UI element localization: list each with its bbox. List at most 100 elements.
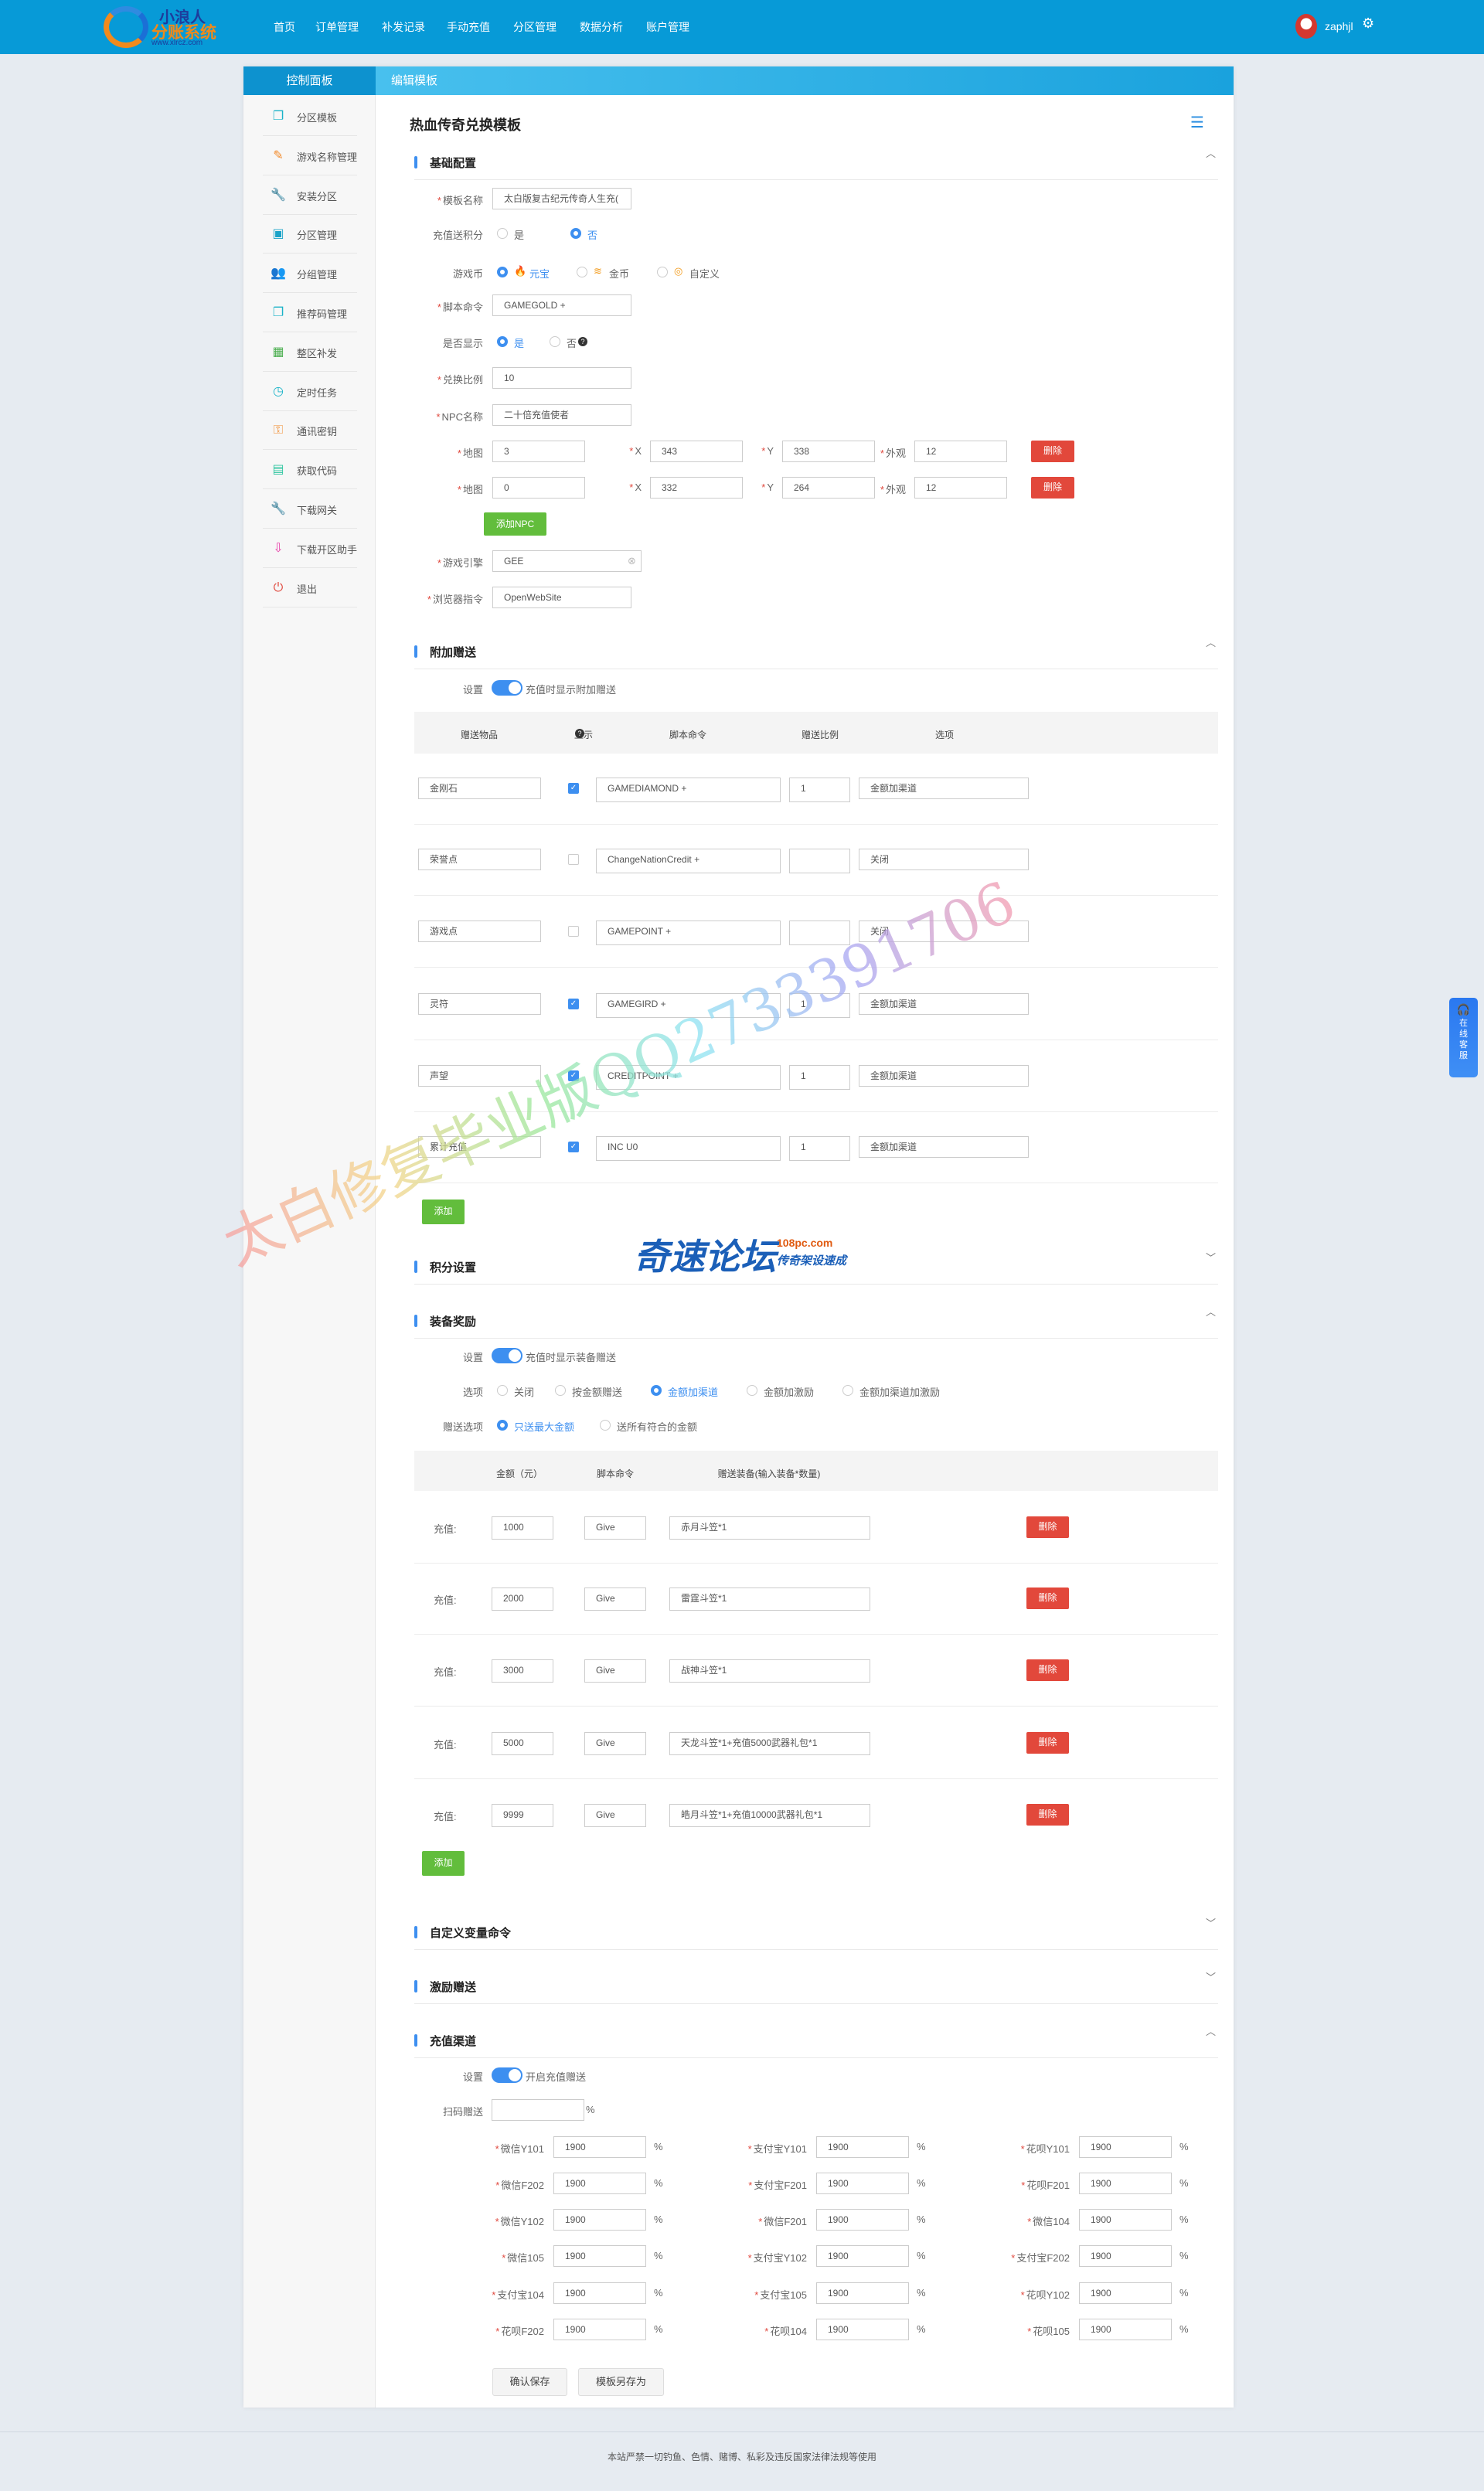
- gift-item-input[interactable]: 灵符: [418, 993, 541, 1015]
- add-npc-button[interactable]: 添加NPC: [484, 512, 546, 536]
- show-checkbox[interactable]: [568, 926, 579, 937]
- chevron-up-icon[interactable]: ︿: [1206, 2023, 1216, 2038]
- nav-item[interactable]: 补发记录: [382, 19, 425, 35]
- browser-command-input[interactable]: OpenWebSite: [492, 587, 631, 608]
- chevron-up-icon[interactable]: ︿: [1206, 145, 1216, 160]
- equip-option-label[interactable]: 金额加渠道: [668, 1384, 718, 1399]
- display-option-label[interactable]: 否: [567, 335, 577, 350]
- channel-rate-input[interactable]: 1900: [553, 2136, 646, 2158]
- gift-option-select[interactable]: 金额加渠道: [859, 1065, 1029, 1087]
- gift-ratio-input[interactable]: [789, 921, 850, 945]
- channel-rate-input[interactable]: 1900: [816, 2209, 909, 2231]
- equip-option-radio[interactable]: [555, 1385, 566, 1396]
- help-icon[interactable]: ?: [578, 337, 587, 346]
- chevron-down-icon[interactable]: ﹀: [1206, 1915, 1216, 1930]
- nav-item[interactable]: 手动充值: [447, 19, 490, 35]
- chevron-down-icon[interactable]: ﹀: [1206, 1969, 1216, 1984]
- channel-rate-input[interactable]: 1900: [816, 2173, 909, 2194]
- gift-item-input[interactable]: 游戏点: [418, 921, 541, 942]
- equip-item-input[interactable]: 战神斗笠*1: [669, 1659, 870, 1683]
- chevron-up-icon[interactable]: ︿: [1206, 1304, 1216, 1319]
- show-checkbox[interactable]: ✓: [568, 783, 579, 794]
- gift-ratio-input[interactable]: [789, 849, 850, 873]
- show-checkbox[interactable]: ✓: [568, 1142, 579, 1152]
- gift-script-input[interactable]: GAMEGIRD +: [596, 993, 781, 1018]
- show-checkbox[interactable]: ✓: [568, 1070, 579, 1081]
- gift-script-input[interactable]: GAMEPOINT +: [596, 921, 781, 945]
- npc-name-input[interactable]: 二十倍充值使者: [492, 404, 631, 426]
- add-equip-button[interactable]: 添加: [422, 1851, 465, 1876]
- display-option-label[interactable]: 是: [514, 335, 524, 350]
- equip-option-label[interactable]: 按金额赠送: [572, 1384, 622, 1399]
- nav-item[interactable]: 分区管理: [513, 19, 556, 35]
- gift-script-input[interactable]: CREDITPOINT +: [596, 1065, 781, 1090]
- equip-item-input[interactable]: 赤月斗笠*1: [669, 1516, 870, 1540]
- gift-item-input[interactable]: 荣誉点: [418, 849, 541, 870]
- nav-item[interactable]: 账户管理: [646, 19, 689, 35]
- toggle-switch[interactable]: [492, 680, 522, 696]
- amount-input[interactable]: 2000: [492, 1588, 553, 1611]
- currency-label[interactable]: 元宝: [529, 266, 550, 281]
- channel-rate-input[interactable]: 1900: [553, 2173, 646, 2194]
- channel-rate-input[interactable]: 1900: [1079, 2282, 1172, 2304]
- currency-label[interactable]: 金币: [609, 266, 629, 281]
- amount-input[interactable]: 5000: [492, 1732, 553, 1755]
- channel-rate-input[interactable]: 1900: [1079, 2245, 1172, 2267]
- equip-script-input[interactable]: Give: [584, 1659, 646, 1683]
- equip-option-radio[interactable]: [651, 1385, 662, 1396]
- display-option-radio[interactable]: [550, 336, 560, 347]
- gift-script-input[interactable]: ChangeNationCredit +: [596, 849, 781, 873]
- scan-bonus-input[interactable]: [492, 2099, 584, 2121]
- equip-script-input[interactable]: Give: [584, 1804, 646, 1827]
- gift-item-input[interactable]: 累计充值: [418, 1136, 541, 1158]
- toggle-switch[interactable]: [492, 2067, 522, 2083]
- gift-option-select[interactable]: 金额加渠道: [859, 1136, 1029, 1158]
- points-option-radio[interactable]: [497, 228, 508, 239]
- delete-equip-button[interactable]: 删除: [1026, 1732, 1069, 1754]
- delete-equip-button[interactable]: 删除: [1026, 1516, 1069, 1538]
- list-icon[interactable]: ☰: [1190, 113, 1204, 132]
- npc-look-input[interactable]: 12: [914, 441, 1007, 462]
- online-service-button[interactable]: 🎧 在线客服: [1449, 998, 1478, 1077]
- chevron-up-icon[interactable]: ︿: [1206, 635, 1216, 649]
- amount-input[interactable]: 3000: [492, 1659, 553, 1683]
- currency-radio[interactable]: [657, 267, 668, 277]
- points-option-label[interactable]: 是: [514, 227, 524, 242]
- delete-npc-button[interactable]: 删除: [1031, 477, 1074, 499]
- gift-script-input[interactable]: INC U0: [596, 1136, 781, 1161]
- show-checkbox[interactable]: [568, 854, 579, 865]
- exchange-ratio-input[interactable]: 10: [492, 367, 631, 389]
- gift-item-input[interactable]: 声望: [418, 1065, 541, 1087]
- clear-icon[interactable]: ⊗: [628, 555, 638, 567]
- amount-input[interactable]: 9999: [492, 1804, 553, 1827]
- show-checkbox[interactable]: ✓: [568, 999, 579, 1009]
- currency-radio[interactable]: [497, 267, 508, 277]
- gift-option-select[interactable]: 关闭: [859, 849, 1029, 870]
- save-as-button[interactable]: 模板另存为: [578, 2368, 664, 2396]
- points-option-radio[interactable]: [570, 228, 581, 239]
- currency-radio[interactable]: [577, 267, 587, 277]
- channel-rate-input[interactable]: 1900: [1079, 2173, 1172, 2194]
- channel-rate-input[interactable]: 1900: [816, 2136, 909, 2158]
- equip-script-input[interactable]: Give: [584, 1516, 646, 1540]
- username[interactable]: zaphjl: [1325, 20, 1353, 32]
- delete-equip-button[interactable]: 删除: [1026, 1588, 1069, 1609]
- nav-item[interactable]: 数据分析: [580, 19, 623, 35]
- channel-rate-input[interactable]: 1900: [816, 2282, 909, 2304]
- gift-ratio-input[interactable]: 1: [789, 778, 850, 802]
- channel-rate-input[interactable]: 1900: [1079, 2136, 1172, 2158]
- gift-option-radio[interactable]: [497, 1420, 508, 1431]
- gift-option-label[interactable]: 只送最大金额: [514, 1419, 574, 1434]
- add-gift-button[interactable]: 添加: [422, 1200, 465, 1224]
- equip-option-label[interactable]: 金额加渠道加激励: [859, 1384, 940, 1399]
- gift-option-radio[interactable]: [600, 1420, 611, 1431]
- points-option-label[interactable]: 否: [587, 227, 597, 242]
- channel-rate-input[interactable]: 1900: [553, 2282, 646, 2304]
- gift-option-label[interactable]: 送所有符合的金额: [617, 1419, 697, 1434]
- channel-rate-input[interactable]: 1900: [816, 2245, 909, 2267]
- equip-item-input[interactable]: 皓月斗笠*1+充值10000武器礼包*1: [669, 1804, 870, 1827]
- toggle-switch[interactable]: [492, 1348, 522, 1363]
- save-button[interactable]: 确认保存: [492, 2368, 567, 2396]
- currency-label[interactable]: 自定义: [689, 266, 720, 281]
- gift-ratio-input[interactable]: 1: [789, 993, 850, 1018]
